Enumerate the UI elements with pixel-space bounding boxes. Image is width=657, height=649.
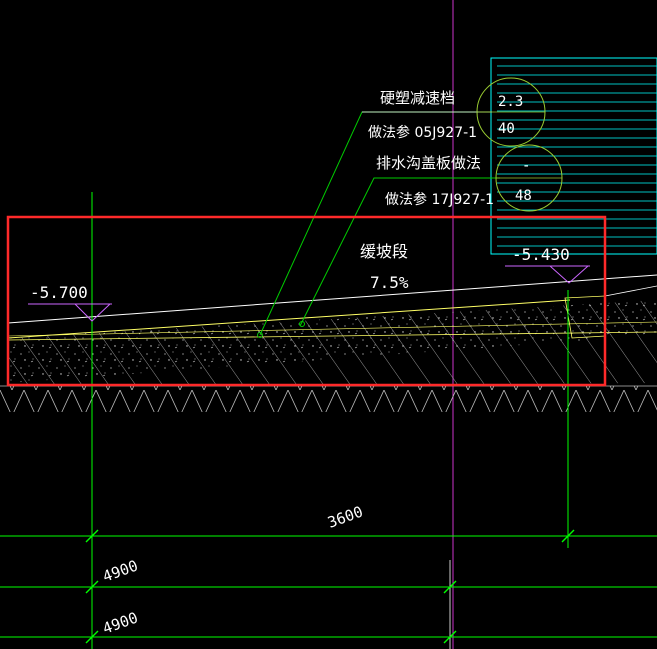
elevation-left-label: -5.700 — [30, 283, 88, 302]
dimension-overall-2: 4900 — [100, 608, 140, 637]
dimension-lines — [0, 529, 657, 644]
dimension-overall-1: 4900 — [100, 556, 140, 585]
extension-lines — [91, 192, 569, 649]
callout-upper: 2.3 40 — [476, 77, 546, 147]
slope-title: 缓坡段 — [360, 242, 408, 261]
callout-upper-top: 2.3 — [498, 94, 523, 110]
callout-upper-bottom: 40 — [498, 121, 515, 137]
elevation-left: -5.700 — [28, 283, 112, 322]
callout-lower-top: - — [522, 158, 530, 174]
slope-value: 7.5% — [370, 273, 409, 292]
speed-bump-title: 硬塑减速档 — [380, 89, 455, 107]
elevation-right: -5.430 — [505, 245, 590, 284]
ground-section — [0, 274, 657, 412]
cyan-hatched-block — [490, 57, 657, 255]
soil-layer — [0, 386, 657, 412]
drain-cover-title: 排水沟盖板做法 — [376, 154, 481, 172]
leader-lines — [257, 111, 500, 338]
callout-lower-bottom: 48 — [515, 188, 532, 204]
cad-drawing: 3600 4900 4900 -5.700 -5.430 2.3 40 - 48… — [0, 0, 657, 649]
callout-lower: - 48 — [495, 144, 563, 212]
elevation-right-label: -5.430 — [512, 245, 570, 264]
dimension-span: 3600 — [325, 502, 365, 531]
drain-cover-ref: 做法参 17J927-1 — [385, 191, 494, 208]
speed-bump-ref: 做法参 05J927-1 — [368, 124, 477, 141]
